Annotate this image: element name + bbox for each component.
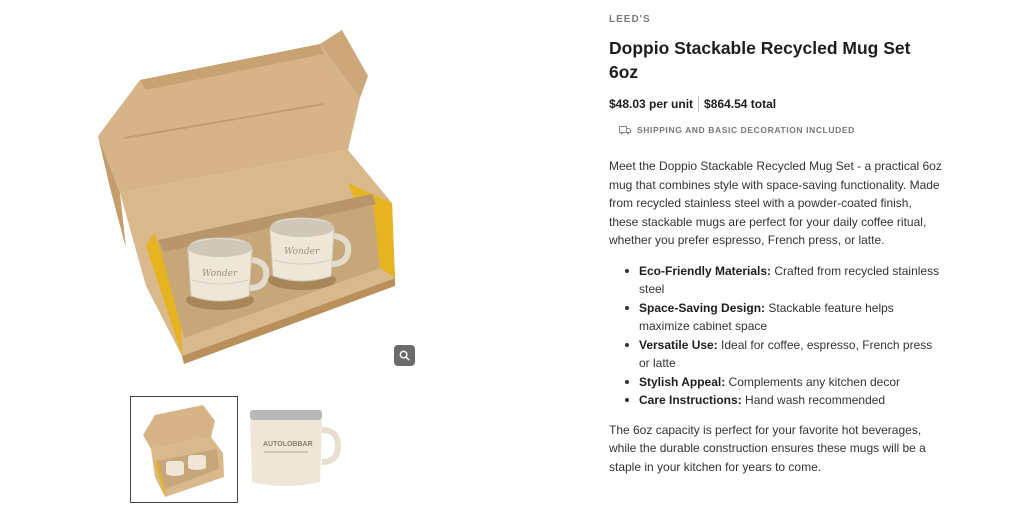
feature-text: Hand wash recommended [741,393,886,407]
feature-text: Complements any kitchen decor [725,374,900,389]
product-description: Meet the Doppio Stackable Recycled Mug S… [609,159,942,247]
shipping-text: SHIPPING AND BASIC DECORATION INCLUDED [637,125,855,135]
feature-label: Eco-Friendly Materials: [639,263,772,278]
product-title: Doppio Stackable Recycled Mug Set 6oz [609,38,911,82]
feature-label: Versatile Use: [639,337,718,352]
price-row: $48.03 per unit $864.54 total [609,96,944,112]
list-item: Eco-Friendly Materials: Crafted from rec… [625,262,944,299]
product-info: LEED'S Doppio Stackable Recycled Mug Set… [609,14,944,476]
brand-name[interactable]: LEED'S [609,14,944,25]
feature-label: Care Instructions: [639,393,742,407]
list-item: Care Instructions: Hand wash recommended [625,391,944,410]
price-divider [698,96,700,112]
price-per-unit: $48.03 per unit [609,97,694,111]
list-item: Versatile Use: Ideal for coffee, espress… [625,336,944,373]
price-total: $864.54 total [704,97,777,111]
list-item: Stylish Appeal: Complements any kitchen … [625,373,944,392]
mug-print-text: AUTOLOBBAR [263,441,313,448]
product-gallery: Wonder Wonder AUTOLOBBAR [0,0,540,509]
feature-label: Space-Saving Design: [639,300,766,315]
shipping-note: SHIPPING AND BASIC DECORATION INCLUDED [619,125,944,135]
svg-text:Wonder: Wonder [284,247,320,257]
feature-label: Stylish Appeal: [639,374,726,389]
truck-icon [619,125,631,134]
svg-text:Wonder: Wonder [202,269,238,279]
closing-paragraph: The 6oz capacity is perfect for your fav… [609,422,926,474]
feature-list: Eco-Friendly Materials: Crafted from rec… [609,262,944,410]
boxed-mug-set-thumbnail [143,405,224,497]
single-mug-thumbnail: AUTOLOBBAR [250,410,342,486]
main-product-image[interactable]: Wonder Wonder [80,18,420,368]
list-item: Space-Saving Design: Stackable feature h… [625,299,944,336]
zoom-button[interactable] [394,345,415,366]
magnify-icon [399,350,410,361]
thumbnail-1[interactable] [130,396,238,503]
thumbnail-2[interactable]: AUTOLOBBAR [242,396,350,503]
